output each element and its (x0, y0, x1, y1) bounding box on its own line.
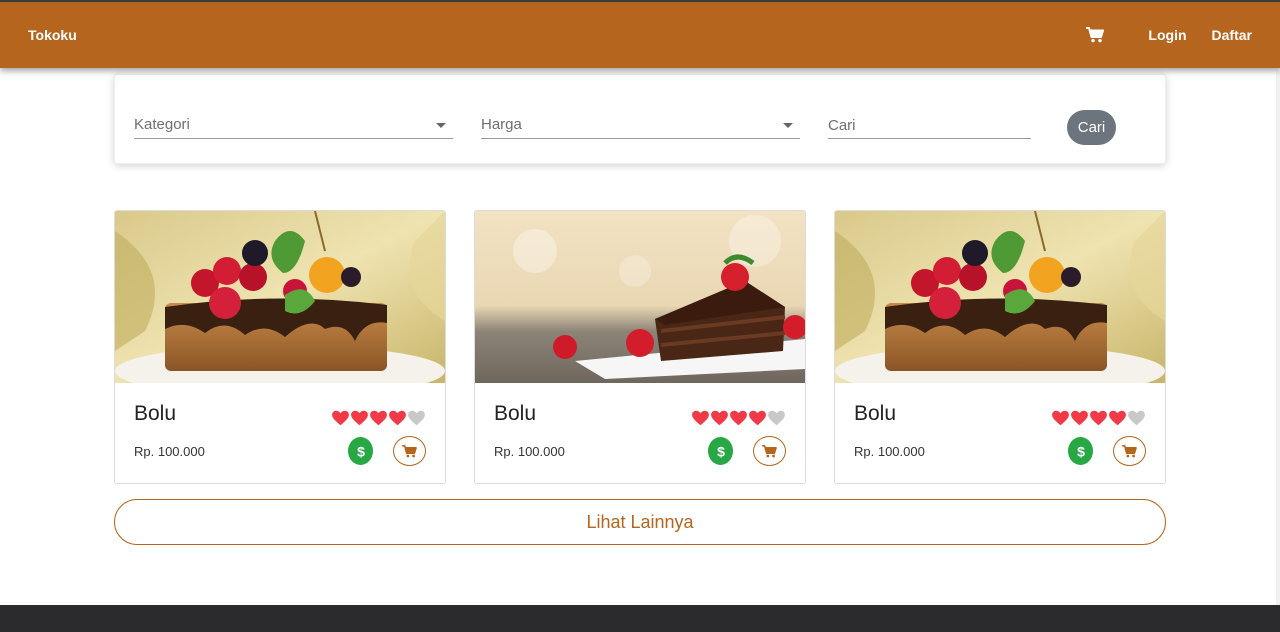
heart-icon (332, 410, 349, 426)
chevron-down-icon (436, 123, 446, 128)
product-card: Bolu Rp. 100.000 $ (834, 210, 1166, 484)
product-name[interactable]: Bolu (854, 402, 896, 426)
svg-text:$: $ (357, 444, 365, 459)
product-price: Rp. 100.000 (134, 444, 205, 459)
cart-icon[interactable] (1086, 27, 1105, 43)
product-rating (691, 410, 786, 426)
dollar-icon: $ (717, 444, 725, 459)
add-to-cart-button[interactable] (393, 436, 426, 466)
login-link[interactable]: Login (1148, 27, 1186, 43)
see-more-button[interactable]: Lihat Lainnya (114, 499, 1166, 545)
add-to-cart-button[interactable] (1113, 436, 1146, 466)
heart-icon (692, 410, 709, 426)
dollar-icon: $ (1077, 444, 1085, 459)
heart-icon (1090, 410, 1107, 426)
heart-icon (351, 410, 368, 426)
chevron-down-icon (783, 123, 793, 128)
search-button[interactable]: Cari (1067, 110, 1116, 145)
shopping-cart-icon (1122, 444, 1137, 457)
buy-button[interactable]: $ (1068, 437, 1093, 465)
brand-logo-text[interactable]: Tokoku (28, 27, 77, 43)
product-name[interactable]: Bolu (134, 402, 176, 426)
navbar: Tokoku Login Daftar (0, 0, 1280, 68)
dollar-icon: $ (357, 444, 365, 459)
navbar-actions: Login Daftar (1086, 27, 1252, 43)
heart-icon (711, 410, 728, 426)
shopping-cart-icon (402, 444, 417, 457)
product-price: Rp. 100.000 (854, 444, 925, 459)
heart-icon (768, 410, 785, 426)
heart-icon (1071, 410, 1088, 426)
search-field (828, 113, 1031, 139)
buy-button[interactable]: $ (348, 437, 373, 465)
heart-icon (1128, 410, 1145, 426)
register-link[interactable]: Daftar (1212, 27, 1252, 43)
shopping-cart-icon (762, 444, 777, 457)
add-to-cart-button[interactable] (753, 436, 786, 466)
heart-icon (730, 410, 747, 426)
search-input[interactable] (828, 113, 1031, 138)
heart-icon (1052, 410, 1069, 426)
heart-icon (1109, 410, 1126, 426)
product-card: Bolu Rp. 100.000 $ (114, 210, 446, 484)
product-image[interactable] (115, 211, 445, 383)
heart-icon (389, 410, 406, 426)
category-select-label: Kategori (134, 116, 190, 133)
heart-icon (749, 410, 766, 426)
product-price: Rp. 100.000 (494, 444, 565, 459)
product-image[interactable] (835, 211, 1165, 383)
product-name[interactable]: Bolu (494, 402, 536, 426)
page-edge (1276, 68, 1280, 605)
product-image[interactable] (475, 211, 805, 383)
category-select[interactable]: Kategori (134, 113, 453, 139)
heart-icon (370, 410, 387, 426)
buy-button[interactable]: $ (708, 437, 733, 465)
filter-card: Kategori Harga Cari (114, 74, 1166, 164)
svg-text:$: $ (1077, 444, 1085, 459)
svg-text:$: $ (717, 444, 725, 459)
price-select[interactable]: Harga (481, 113, 800, 139)
footer (0, 605, 1280, 632)
product-rating (331, 410, 426, 426)
product-card: Bolu Rp. 100.000 $ (474, 210, 806, 484)
price-select-label: Harga (481, 116, 522, 133)
product-rating (1051, 410, 1146, 426)
heart-icon (408, 410, 425, 426)
